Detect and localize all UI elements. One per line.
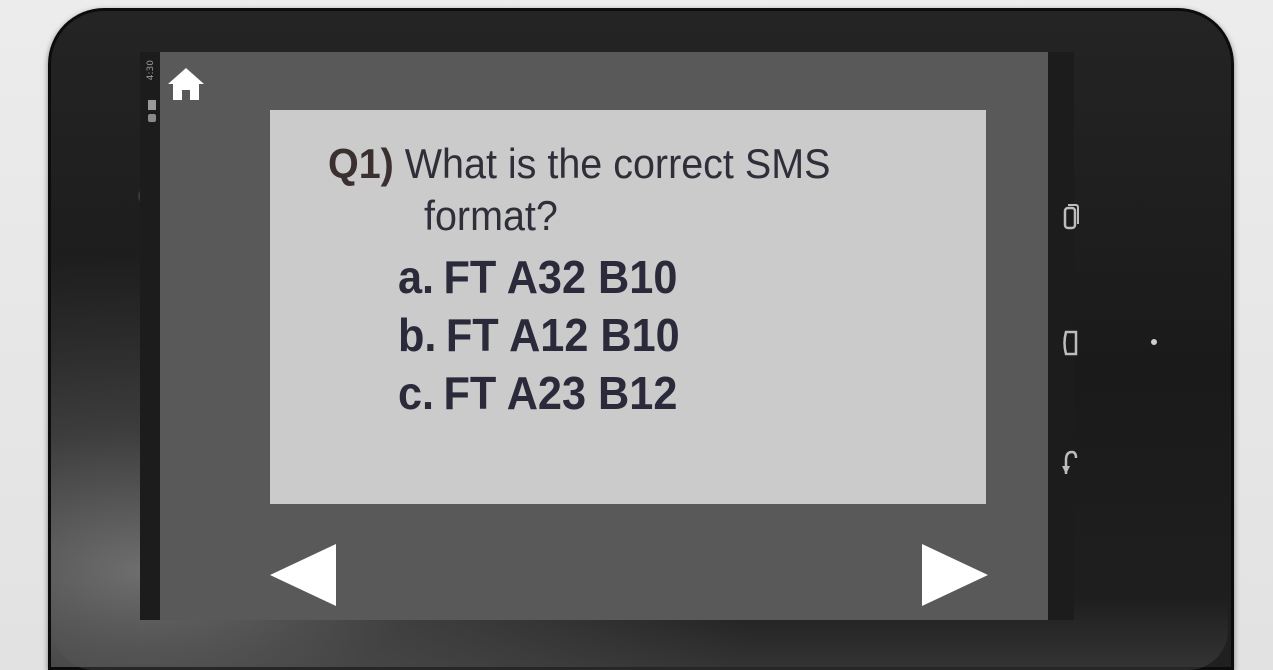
option-text: FT A23 B12 — [443, 367, 678, 419]
question-text-line2: format? — [424, 192, 558, 239]
question-text: Q1) What is the correct SMS — [328, 138, 911, 190]
option-text: FT A12 B10 — [445, 309, 680, 361]
previous-button[interactable] — [268, 542, 338, 608]
question-text-line1: What is the correct SMS — [404, 140, 831, 187]
option-text: FT A32 B10 — [443, 251, 678, 303]
triangle-right-icon — [922, 544, 988, 606]
question-number: Q1) — [328, 140, 394, 187]
next-button[interactable] — [920, 542, 990, 608]
home-icon[interactable] — [166, 64, 206, 102]
option-label: a. — [398, 251, 435, 303]
answer-option-c[interactable]: c. FT A23 B12 — [398, 364, 680, 422]
option-label: b. — [398, 309, 437, 361]
battery-icon — [148, 100, 156, 110]
answer-option-b[interactable]: b. FT A12 B10 — [398, 306, 680, 364]
sensor-dot — [1151, 339, 1157, 345]
home-button-icon[interactable] — [1060, 328, 1080, 358]
wifi-icon — [148, 114, 156, 122]
answer-options: a. FT A32 B10 b. FT A12 B10 c. FT A23 B12 — [398, 248, 698, 422]
option-label: c. — [398, 367, 435, 419]
triangle-left-icon — [270, 544, 336, 606]
answer-option-a[interactable]: a. FT A32 B10 — [398, 248, 680, 306]
system-nav-bar — [1052, 52, 1088, 620]
back-icon[interactable] — [1060, 446, 1080, 476]
status-time: 4:30 — [146, 60, 156, 81]
recent-apps-icon[interactable] — [1060, 202, 1080, 232]
stage: 4:30 Q1) What is the correct SMS format?… — [0, 0, 1273, 670]
